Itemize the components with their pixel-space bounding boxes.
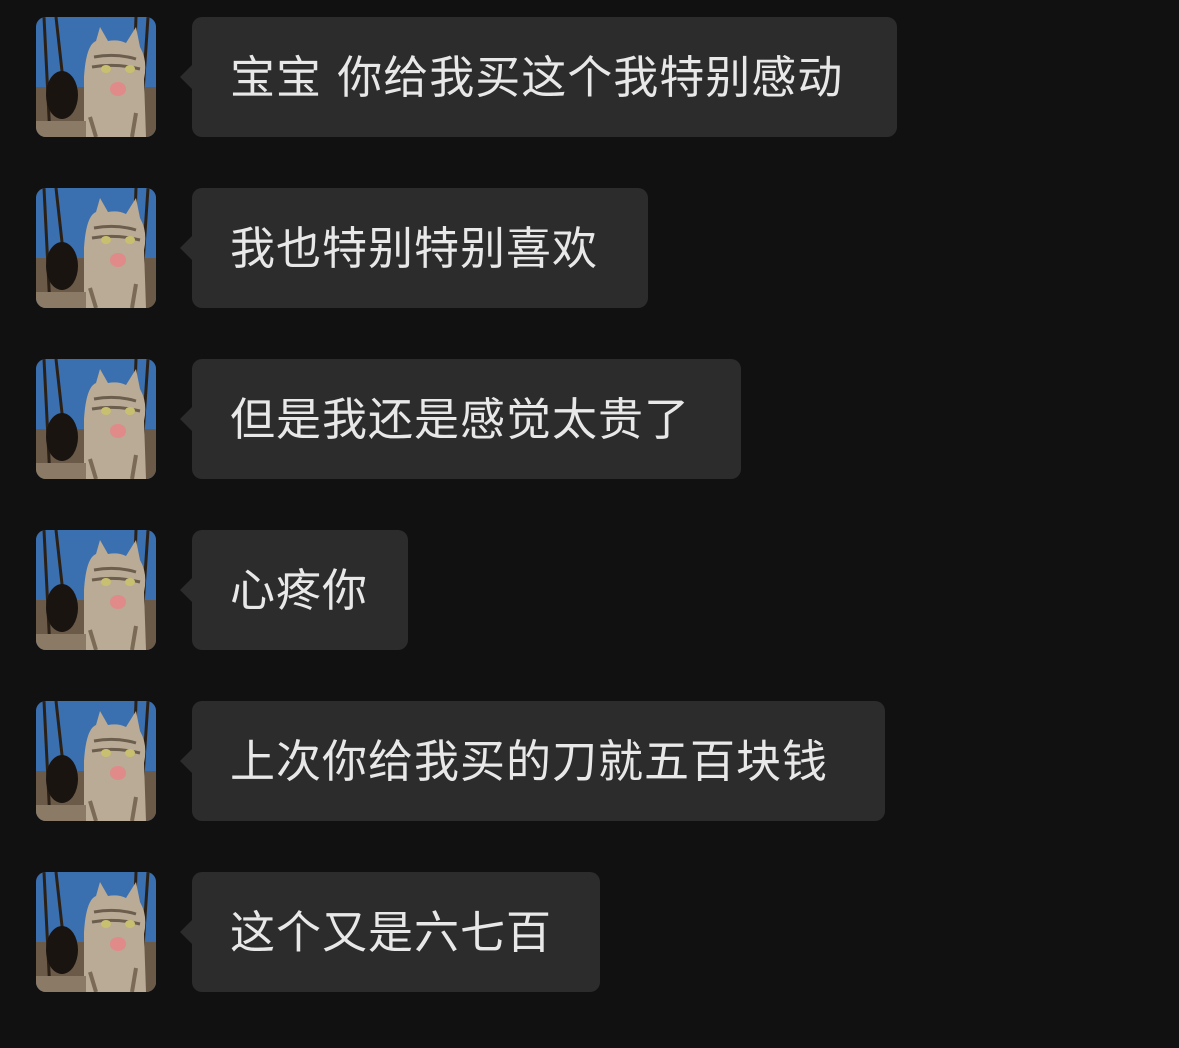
message-text: 但是我还是感觉太贵了 (230, 392, 691, 446)
message-text: 我也特别特别喜欢 (230, 221, 599, 275)
message-bubble[interactable]: 但是我还是感觉太贵了 (180, 359, 741, 479)
tabby-cat-avatar-icon (36, 359, 156, 479)
avatar[interactable] (36, 17, 156, 137)
message-text: 这个又是六七百 (230, 905, 553, 959)
message-text: 宝宝 你给我买这个我特别感动 (230, 50, 844, 104)
message-bubble[interactable]: 这个又是六七百 (180, 872, 600, 992)
avatar[interactable] (36, 872, 156, 992)
message-row: 但是我还是感觉太贵了 (36, 359, 741, 479)
message-bubble[interactable]: 宝宝 你给我买这个我特别感动 (180, 17, 897, 137)
message-text: 心疼你 (230, 563, 369, 617)
avatar[interactable] (36, 530, 156, 650)
message-bubble[interactable]: 我也特别特别喜欢 (180, 188, 648, 308)
tabby-cat-avatar-icon (36, 872, 156, 992)
message-bubble[interactable]: 上次你给我买的刀就五百块钱 (180, 701, 885, 821)
message-row: 我也特别特别喜欢 (36, 188, 648, 308)
message-row: 宝宝 你给我买这个我特别感动 (36, 17, 897, 137)
tabby-cat-avatar-icon (36, 17, 156, 137)
message-row: 这个又是六七百 (36, 872, 600, 992)
avatar[interactable] (36, 188, 156, 308)
tabby-cat-avatar-icon (36, 188, 156, 308)
message-text: 上次你给我买的刀就五百块钱 (230, 734, 829, 788)
tabby-cat-avatar-icon (36, 530, 156, 650)
message-row: 心疼你 (36, 530, 408, 650)
message-bubble[interactable]: 心疼你 (180, 530, 408, 650)
avatar[interactable] (36, 359, 156, 479)
message-row: 上次你给我买的刀就五百块钱 (36, 701, 885, 821)
chat-message-list: 宝宝 你给我买这个我特别感动 我也特别特别喜欢 但是我还是感觉太贵了 心疼你 上… (0, 0, 1179, 1048)
avatar[interactable] (36, 701, 156, 821)
tabby-cat-avatar-icon (36, 701, 156, 821)
